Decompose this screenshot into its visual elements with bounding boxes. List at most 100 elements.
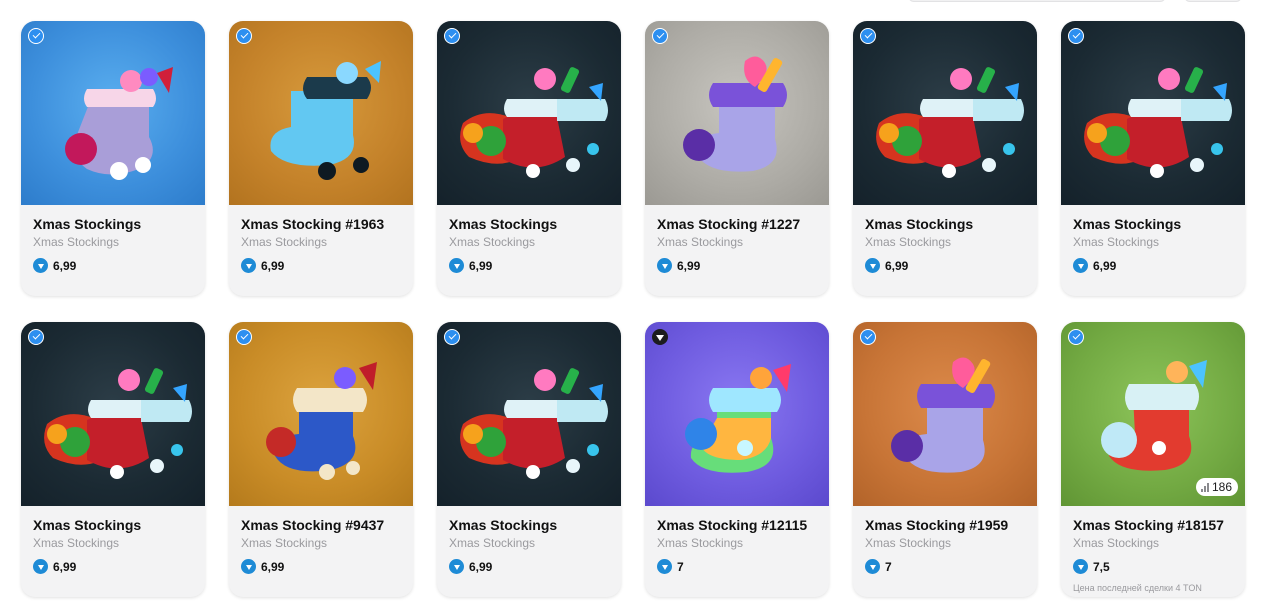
gift-collection: Xmas Stockings bbox=[865, 235, 952, 249]
gift-image bbox=[853, 21, 1037, 205]
verified-badge-icon[interactable] bbox=[236, 28, 252, 44]
gift-price: 7,5 bbox=[1073, 559, 1233, 574]
gift-card[interactable]: Xmas Stocking #12115 Xmas Stockings 7 bbox=[645, 322, 829, 597]
gift-card[interactable]: Xmas Stockings Xmas Stockings 6,99 bbox=[437, 21, 621, 296]
gift-price: 6,99 bbox=[449, 559, 609, 574]
gift-price: 6,99 bbox=[33, 559, 193, 574]
verified-badge-icon[interactable] bbox=[28, 329, 44, 345]
price-value: 6,99 bbox=[53, 258, 77, 273]
gift-collection: Xmas Stockings bbox=[449, 536, 536, 550]
verified-badge-icon[interactable] bbox=[444, 28, 460, 44]
ton-icon bbox=[865, 258, 880, 273]
gift-card[interactable]: Xmas Stocking #1227 Xmas Stockings 6,99 bbox=[645, 21, 829, 296]
price-value: 6,99 bbox=[677, 258, 701, 273]
gift-image: 186 bbox=[1061, 322, 1245, 506]
price-value: 6,99 bbox=[469, 559, 493, 574]
gift-price: 6,99 bbox=[865, 258, 1025, 273]
views-badge: 186 bbox=[1195, 478, 1238, 496]
gift-price: 6,99 bbox=[1073, 258, 1233, 273]
gift-card[interactable]: 186 Xmas Stocking #18157 Xmas Stockings … bbox=[1061, 322, 1245, 597]
ton-badge-icon[interactable] bbox=[652, 329, 668, 345]
gift-price: 6,99 bbox=[449, 258, 609, 273]
ton-icon bbox=[449, 258, 464, 273]
gift-collection: Xmas Stockings bbox=[1073, 235, 1160, 249]
gift-price: 6,99 bbox=[657, 258, 817, 273]
gift-card[interactable]: Xmas Stockings Xmas Stockings 6,99 bbox=[21, 322, 205, 597]
ton-icon bbox=[865, 559, 880, 574]
gift-collection: Xmas Stockings bbox=[241, 536, 328, 550]
gift-title: Xmas Stockings bbox=[449, 216, 558, 232]
price-value: 6,99 bbox=[53, 559, 77, 574]
gift-collection: Xmas Stockings bbox=[33, 536, 120, 550]
verified-badge-icon[interactable] bbox=[652, 28, 668, 44]
gift-title: Xmas Stockings bbox=[33, 216, 142, 232]
gift-title: Xmas Stocking #18157 bbox=[1073, 517, 1224, 533]
price-value: 6,99 bbox=[885, 258, 909, 273]
verified-badge-icon[interactable] bbox=[860, 28, 876, 44]
gift-title: Xmas Stocking #12115 bbox=[657, 517, 808, 533]
ton-icon bbox=[657, 258, 672, 273]
price-value: 6,99 bbox=[469, 258, 493, 273]
gift-price: 6,99 bbox=[33, 258, 193, 273]
gift-title: Xmas Stocking #1959 bbox=[865, 517, 1009, 533]
ton-icon bbox=[449, 559, 464, 574]
gift-image bbox=[645, 21, 829, 205]
gift-image bbox=[437, 21, 621, 205]
price-value: 7,5 bbox=[1093, 559, 1110, 574]
gift-price: 6,99 bbox=[241, 559, 401, 574]
gift-image bbox=[437, 322, 621, 506]
ton-icon bbox=[33, 258, 48, 273]
gift-title: Xmas Stockings bbox=[1073, 216, 1182, 232]
gift-collection: Xmas Stockings bbox=[657, 536, 744, 550]
ton-icon bbox=[1073, 258, 1088, 273]
gift-title: Xmas Stockings bbox=[33, 517, 142, 533]
last-deal-text: Цена последней сделки 4 TON bbox=[1073, 583, 1202, 593]
ton-icon bbox=[33, 559, 48, 574]
gift-card[interactable]: Xmas Stockings Xmas Stockings 6,99 bbox=[437, 322, 621, 597]
ton-icon bbox=[657, 559, 672, 574]
price-value: 6,99 bbox=[261, 559, 285, 574]
gift-card[interactable]: Xmas Stocking #1959 Xmas Stockings 7 bbox=[853, 322, 1037, 597]
gift-grid: Xmas Stockings Xmas Stockings 6,99 Xmas … bbox=[21, 21, 1245, 597]
verified-badge-icon[interactable] bbox=[1068, 329, 1084, 345]
price-value: 6,99 bbox=[1093, 258, 1117, 273]
verified-badge-icon[interactable] bbox=[1068, 28, 1084, 44]
gift-image bbox=[1061, 21, 1245, 205]
verified-badge-icon[interactable] bbox=[28, 28, 44, 44]
gift-price: 7 bbox=[865, 559, 1025, 574]
gift-title: Xmas Stockings bbox=[449, 517, 558, 533]
gift-title: Xmas Stockings bbox=[865, 216, 974, 232]
gift-title: Xmas Stocking #9437 bbox=[241, 517, 385, 533]
ton-icon bbox=[1073, 559, 1088, 574]
gift-image bbox=[229, 21, 413, 205]
gift-collection: Xmas Stockings bbox=[449, 235, 536, 249]
verified-badge-icon[interactable] bbox=[860, 329, 876, 345]
gift-collection: Xmas Stockings bbox=[865, 536, 952, 550]
verified-badge-icon[interactable] bbox=[236, 329, 252, 345]
price-value: 7 bbox=[885, 559, 892, 574]
gift-title: Xmas Stocking #1963 bbox=[241, 216, 385, 232]
gift-card[interactable]: Xmas Stocking #1963 Xmas Stockings 6,99 bbox=[229, 21, 413, 296]
signal-bars-icon bbox=[1200, 482, 1209, 492]
price-value: 7 bbox=[677, 559, 684, 574]
gift-image bbox=[21, 322, 205, 506]
gift-collection: Xmas Stockings bbox=[241, 235, 328, 249]
gift-card[interactable]: Xmas Stockings Xmas Stockings 6,99 bbox=[21, 21, 205, 296]
verified-badge-icon[interactable] bbox=[444, 329, 460, 345]
top-search-field-edge[interactable] bbox=[908, 0, 1166, 2]
gift-image bbox=[853, 322, 1037, 506]
gift-image bbox=[645, 322, 829, 506]
gift-card[interactable]: Xmas Stocking #9437 Xmas Stockings 6,99 bbox=[229, 322, 413, 597]
gift-card[interactable]: Xmas Stockings Xmas Stockings 6,99 bbox=[853, 21, 1037, 296]
views-count: 186 bbox=[1211, 480, 1232, 494]
gift-price: 7 bbox=[657, 559, 817, 574]
gift-title: Xmas Stocking #1227 bbox=[657, 216, 801, 232]
gift-image bbox=[229, 322, 413, 506]
gift-card[interactable]: Xmas Stockings Xmas Stockings 6,99 bbox=[1061, 21, 1245, 296]
price-value: 6,99 bbox=[261, 258, 285, 273]
gift-collection: Xmas Stockings bbox=[33, 235, 120, 249]
gift-collection: Xmas Stockings bbox=[1073, 536, 1160, 550]
ton-icon bbox=[241, 258, 256, 273]
ton-icon bbox=[241, 559, 256, 574]
top-sort-button-edge[interactable] bbox=[1184, 0, 1242, 2]
